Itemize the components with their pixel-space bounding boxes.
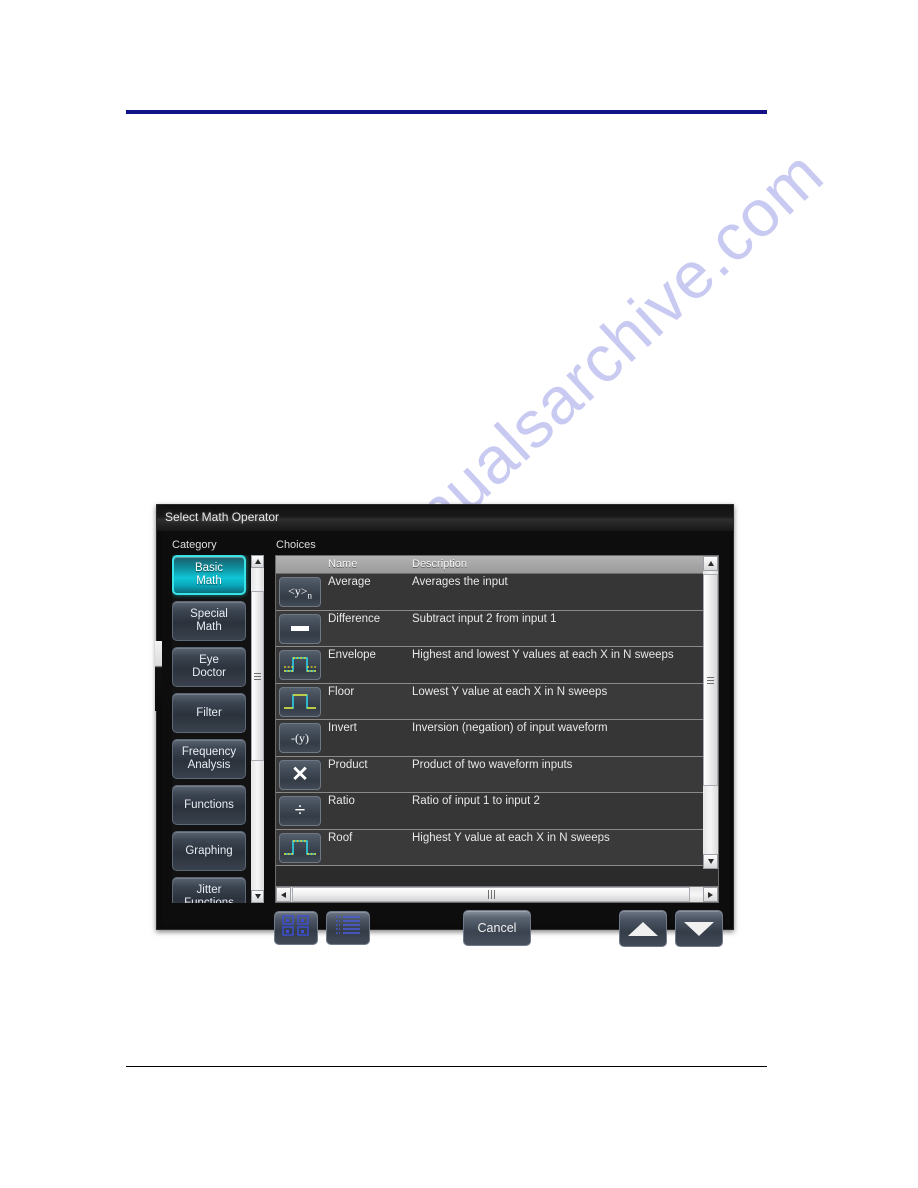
choice-row[interactable]: Envelope Highest and lowest Y values at e… [276,647,704,684]
triangle-up-icon [628,921,658,936]
category-panel: Basic Math Special Math Eye Doctor Filter Frequ… [172,555,264,903]
category-button-frequency-analysis[interactable]: Frequency Analysis [172,739,246,779]
category-button-label: Jitter Functions [184,884,234,903]
dialog-title: Select Math Operator [165,510,280,524]
category-button-jitter-functions[interactable]: Jitter Functions [172,877,246,903]
choice-row-name: Invert [328,722,357,734]
choice-row-description: Lowest Y value at each X in N sweeps [412,685,608,698]
dialog-title-bar: Select Math Operator [157,505,733,531]
cancel-button-label: Cancel [477,921,517,935]
category-scrollbar[interactable] [251,555,264,903]
choices-rows-viewport: <y>n Average Averages the input Difference S… [276,574,704,869]
choice-row-name: Product [328,758,368,771]
choices-scroll-up-arrow[interactable] [703,556,718,571]
choice-row[interactable]: <y>n Average Averages the input [276,574,704,611]
page-header-rule [126,110,767,114]
dialog-toolbar: Cancel [162,907,730,951]
category-button-label: Filter [196,706,222,719]
floor-operator-icon [279,686,321,717]
window-edge-scroll-sliver[interactable] [155,641,162,711]
category-button-label: Eye Doctor [192,654,226,679]
choice-row[interactable]: ✕ Product Product of two waveform inputs [276,756,704,793]
choice-row-name: Floor [328,685,355,698]
category-button-graphing[interactable]: Graphing [172,831,246,871]
choices-panel: Name Description <y>n Average Averages the… [275,555,719,903]
category-scroll-thumb[interactable] [251,591,264,761]
triangle-down-icon [684,921,714,936]
average-operator-icon: <y>n [279,577,321,607]
choices-scroll-thumb[interactable] [703,574,718,786]
choices-vertical-scrollbar[interactable] [703,556,718,869]
envelope-operator-icon [279,650,321,680]
roof-operator-icon [279,832,321,863]
cancel-button[interactable]: Cancel [463,910,531,946]
choice-row-description: Subtract input 2 from input 1 [412,612,557,625]
choices-scroll-right-arrow[interactable] [703,887,718,902]
choice-row[interactable]: Difference Subtract input 2 from input 1 [276,610,704,647]
choice-row-name: Roof [328,831,353,844]
choice-row-name: Difference [328,612,381,625]
category-group-label: Category [172,539,217,551]
choice-row-name: Envelope [328,649,376,661]
category-scroll-down-arrow[interactable] [251,890,264,903]
choice-row-description: Highest Y value at each X in N sweeps [412,831,610,844]
dialog-body: Category Choices Basic Math Special Math Eye… [155,531,730,947]
category-button-label: Special Math [190,608,228,633]
choices-group-label: Choices [276,539,316,551]
choices-hscroll-thumb[interactable] [292,887,690,902]
choices-scroll-left-arrow[interactable] [276,887,291,902]
list-view-button[interactable] [326,911,370,945]
choice-row-description: Inversion (negation) of input waveform [412,722,608,734]
category-scroll-up-arrow[interactable] [251,555,264,568]
choice-row-description: Averages the input [412,576,508,588]
select-math-operator-dialog: Select Math Operator Category Choices Ba… [155,504,734,947]
page-footer-rule [126,1066,767,1067]
invert-operator-icon: -(y) [279,723,321,753]
choices-scroll-down-arrow[interactable] [703,854,718,869]
column-header-name: Name [328,558,358,570]
category-list: Basic Math Special Math Eye Doctor Filter Frequ… [172,555,248,903]
scroll-up-button[interactable] [619,910,667,947]
product-operator-icon: ✕ [279,759,321,790]
choice-row-description: Product of two waveform inputs [412,758,573,771]
choice-row-description: Highest and lowest Y values at each X in… [412,649,674,661]
category-button-filter[interactable]: Filter [172,693,246,733]
scroll-down-button[interactable] [675,910,723,947]
choices-horizontal-scrollbar[interactable] [276,886,718,902]
choice-row-name: Ratio [328,795,355,807]
category-button-label: Frequency Analysis [181,746,237,771]
column-header-description: Description [412,558,468,570]
choice-row[interactable]: Floor Lowest Y value at each X in N sweep… [276,683,704,720]
choice-row-description: Ratio of input 1 to input 2 [412,795,540,807]
grid-view-icon [281,914,311,943]
category-button-label: Basic Math [194,562,224,587]
difference-operator-icon [279,613,321,644]
category-button-eye-doctor[interactable]: Eye Doctor [172,647,246,687]
choice-row-name: Average [328,576,371,588]
ratio-operator-icon: ÷ [279,796,321,826]
category-button-label: Functions [184,798,234,811]
choice-row[interactable]: -(y) Invert Inversion (negation) of input … [276,720,704,757]
choice-row[interactable]: ÷ Ratio Ratio of input 1 to input 2 [276,793,704,830]
category-button-label: Graphing [185,844,233,857]
category-button-special-math[interactable]: Special Math [172,601,246,641]
category-button-basic-math[interactable]: Basic Math [172,555,246,595]
category-button-functions[interactable]: Functions [172,785,246,825]
choice-row[interactable]: Roof Highest Y value at each X in N sweep… [276,829,704,866]
choices-column-header: Name Description [276,556,718,574]
icon-view-button[interactable] [274,911,318,945]
list-view-icon [333,914,363,943]
